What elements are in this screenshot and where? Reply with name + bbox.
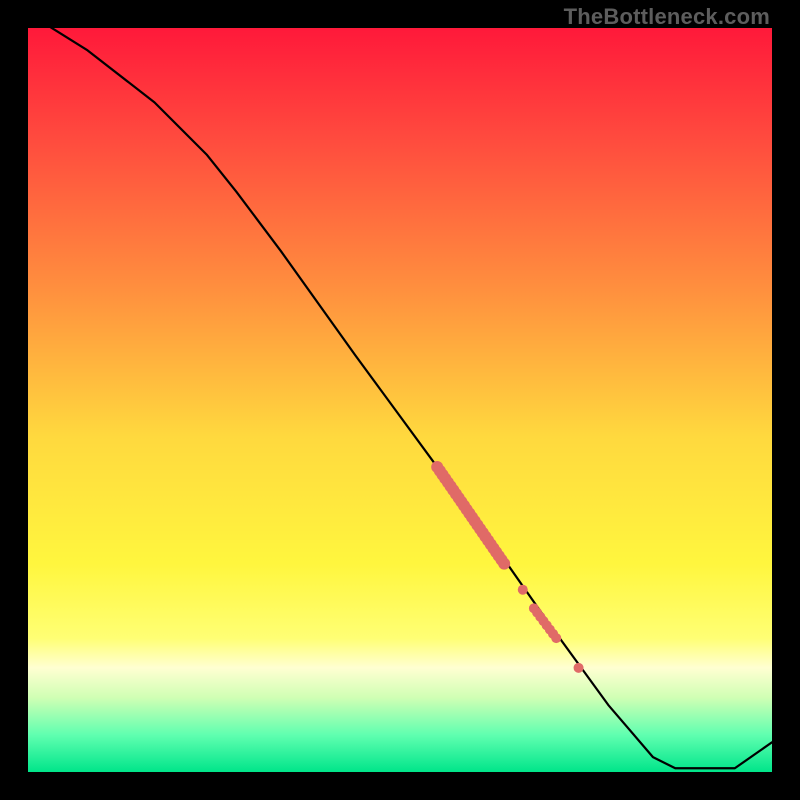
data-marker bbox=[498, 558, 510, 570]
bottleneck-chart bbox=[28, 28, 772, 772]
watermark-label: TheBottleneck.com bbox=[564, 4, 770, 30]
data-marker bbox=[518, 585, 528, 595]
data-marker bbox=[574, 663, 584, 673]
chart-background bbox=[28, 28, 772, 772]
data-marker bbox=[551, 633, 561, 643]
chart-frame bbox=[28, 28, 772, 772]
